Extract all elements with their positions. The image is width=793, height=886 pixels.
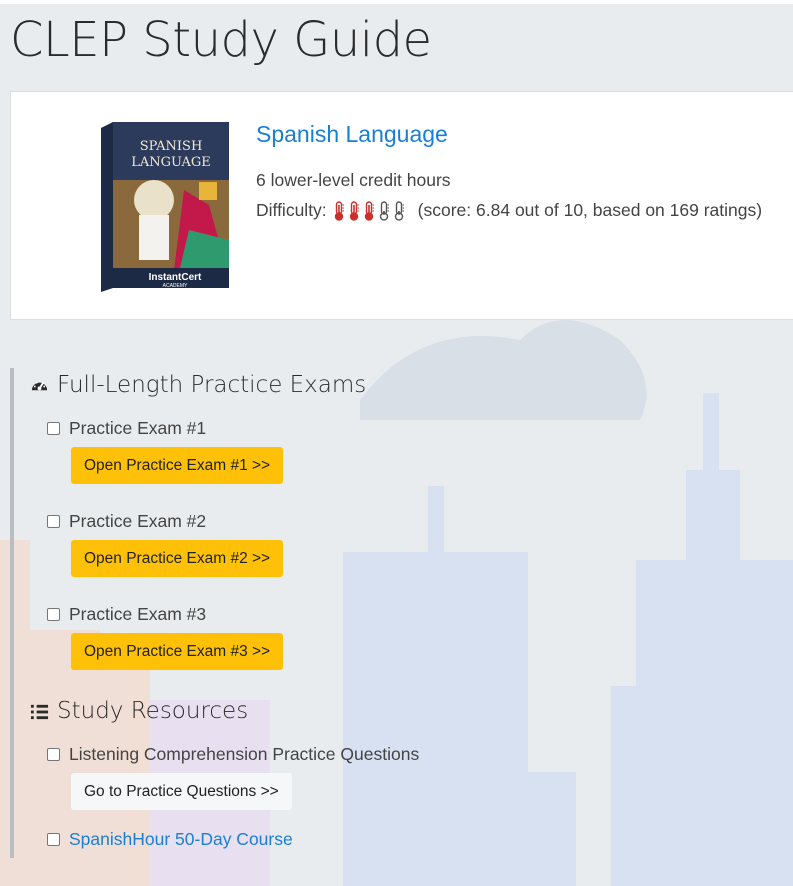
thermometer-icon [364, 200, 374, 221]
top-border [0, 0, 793, 4]
practice-exams-heading: Full-Length Practice Exams [30, 372, 366, 398]
listening-comprehension-label: Listening Comprehension Practice Questio… [69, 744, 420, 764]
book-publisher: InstantCert [149, 272, 202, 283]
book-publisher-sub: ACADEMY [163, 283, 188, 289]
book-cover-image: SPANISH LANGUAGE InstantCert ACADEMY [101, 122, 229, 292]
difficulty-score: (score: 6.84 out of 10, based on 169 rat… [417, 200, 763, 220]
book-title-line2: LANGUAGE [131, 155, 211, 170]
practice-exam-2-row[interactable]: Practice Exam #2 [47, 511, 206, 532]
open-practice-exam-1-button[interactable]: Open Practice Exam #1 >> [71, 447, 284, 484]
study-resources-heading-text: Study Resources [57, 698, 249, 724]
course-card: SPANISH LANGUAGE InstantCert ACADEMY Spa… [10, 91, 793, 320]
difficulty-label: Difficulty: [256, 200, 327, 220]
page-title: CLEP Study Guide [10, 12, 432, 68]
practice-exam-3-label: Practice Exam #3 [69, 604, 207, 624]
practice-exam-3-checkbox[interactable] [47, 608, 60, 621]
open-practice-exam-3-button[interactable]: Open Practice Exam #3 >> [71, 633, 284, 670]
difficulty-thermometers [333, 200, 408, 221]
practice-exam-1-label: Practice Exam #1 [69, 418, 207, 438]
open-practice-exam-2-button[interactable]: Open Practice Exam #2 >> [71, 540, 284, 577]
practice-exam-1-row[interactable]: Practice Exam #1 [47, 418, 206, 439]
course-title-link[interactable]: Spanish Language [256, 121, 448, 148]
practice-exam-1-checkbox[interactable] [47, 422, 60, 435]
book-title-line1: SPANISH [140, 139, 203, 154]
thermometer-icon [394, 200, 404, 221]
dashboard-icon [31, 381, 48, 390]
credit-hours: 6 lower-level credit hours [256, 170, 451, 190]
spanishhour-course-link[interactable]: SpanishHour 50-Day Course [69, 829, 293, 850]
practice-exam-3-row[interactable]: Practice Exam #3 [47, 604, 206, 625]
go-to-practice-questions-button[interactable]: Go to Practice Questions >> [71, 773, 292, 810]
practice-exams-heading-text: Full-Length Practice Exams [57, 372, 367, 398]
thermometer-icon [334, 200, 344, 221]
spanishhour-course-row[interactable]: SpanishHour 50-Day Course [47, 829, 293, 850]
numbered-list-icon [30, 704, 49, 719]
listening-comprehension-row[interactable]: Listening Comprehension Practice Questio… [47, 744, 419, 765]
practice-exam-2-checkbox[interactable] [47, 515, 60, 528]
study-resources-heading: Study Resources [30, 698, 248, 724]
practice-exam-2-label: Practice Exam #2 [69, 511, 207, 531]
thermometer-icon [349, 200, 359, 221]
listening-comprehension-checkbox[interactable] [47, 748, 60, 761]
difficulty-rating: Difficulty: (score: 6.84 out of 10, base… [256, 200, 762, 221]
section-sidebar-bar [10, 368, 14, 858]
thermometer-icon [379, 200, 389, 221]
spanishhour-course-checkbox[interactable] [47, 833, 60, 846]
